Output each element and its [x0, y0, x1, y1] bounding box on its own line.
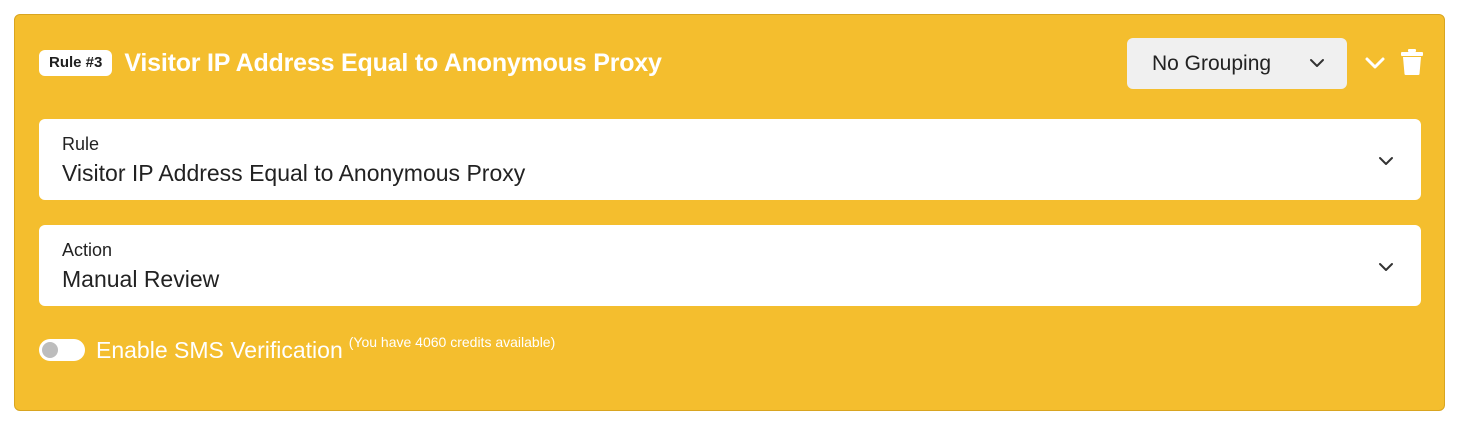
chevron-down-icon [1379, 263, 1393, 271]
collapse-chevron-icon[interactable] [1364, 52, 1386, 74]
action-field-value: Manual Review [62, 266, 220, 292]
rule-number-badge: Rule #3 [39, 50, 113, 76]
rule-field-value: Visitor IP Address Equal to Anonymous Pr… [62, 160, 526, 186]
sms-verification-label: Enable SMS Verification [96, 336, 343, 363]
sms-verification-row: Enable SMS Verification (You have 4060 c… [39, 333, 555, 367]
grouping-select[interactable]: No Grouping [1127, 38, 1347, 89]
action-field-label: Action [62, 240, 113, 260]
sms-verification-toggle[interactable] [39, 339, 85, 361]
chevron-down-icon [1310, 59, 1324, 67]
chevron-down-icon [1379, 157, 1393, 165]
sms-credits-note: (You have 4060 credits available) [348, 334, 556, 350]
rule-header: Rule #3 Visitor IP Address Equal to Anon… [39, 49, 662, 77]
rule-field-label: Rule [62, 134, 100, 154]
toggle-knob [42, 342, 58, 358]
rule-select-field[interactable]: Rule Visitor IP Address Equal to Anonymo… [39, 119, 1421, 200]
trash-icon[interactable] [1401, 49, 1423, 75]
action-select-field[interactable]: Action Manual Review [39, 225, 1421, 306]
grouping-selected-value: No Grouping [1152, 51, 1272, 75]
rule-card: Rule #3 Visitor IP Address Equal to Anon… [14, 14, 1445, 411]
rule-title: Visitor IP Address Equal to Anonymous Pr… [124, 48, 662, 77]
